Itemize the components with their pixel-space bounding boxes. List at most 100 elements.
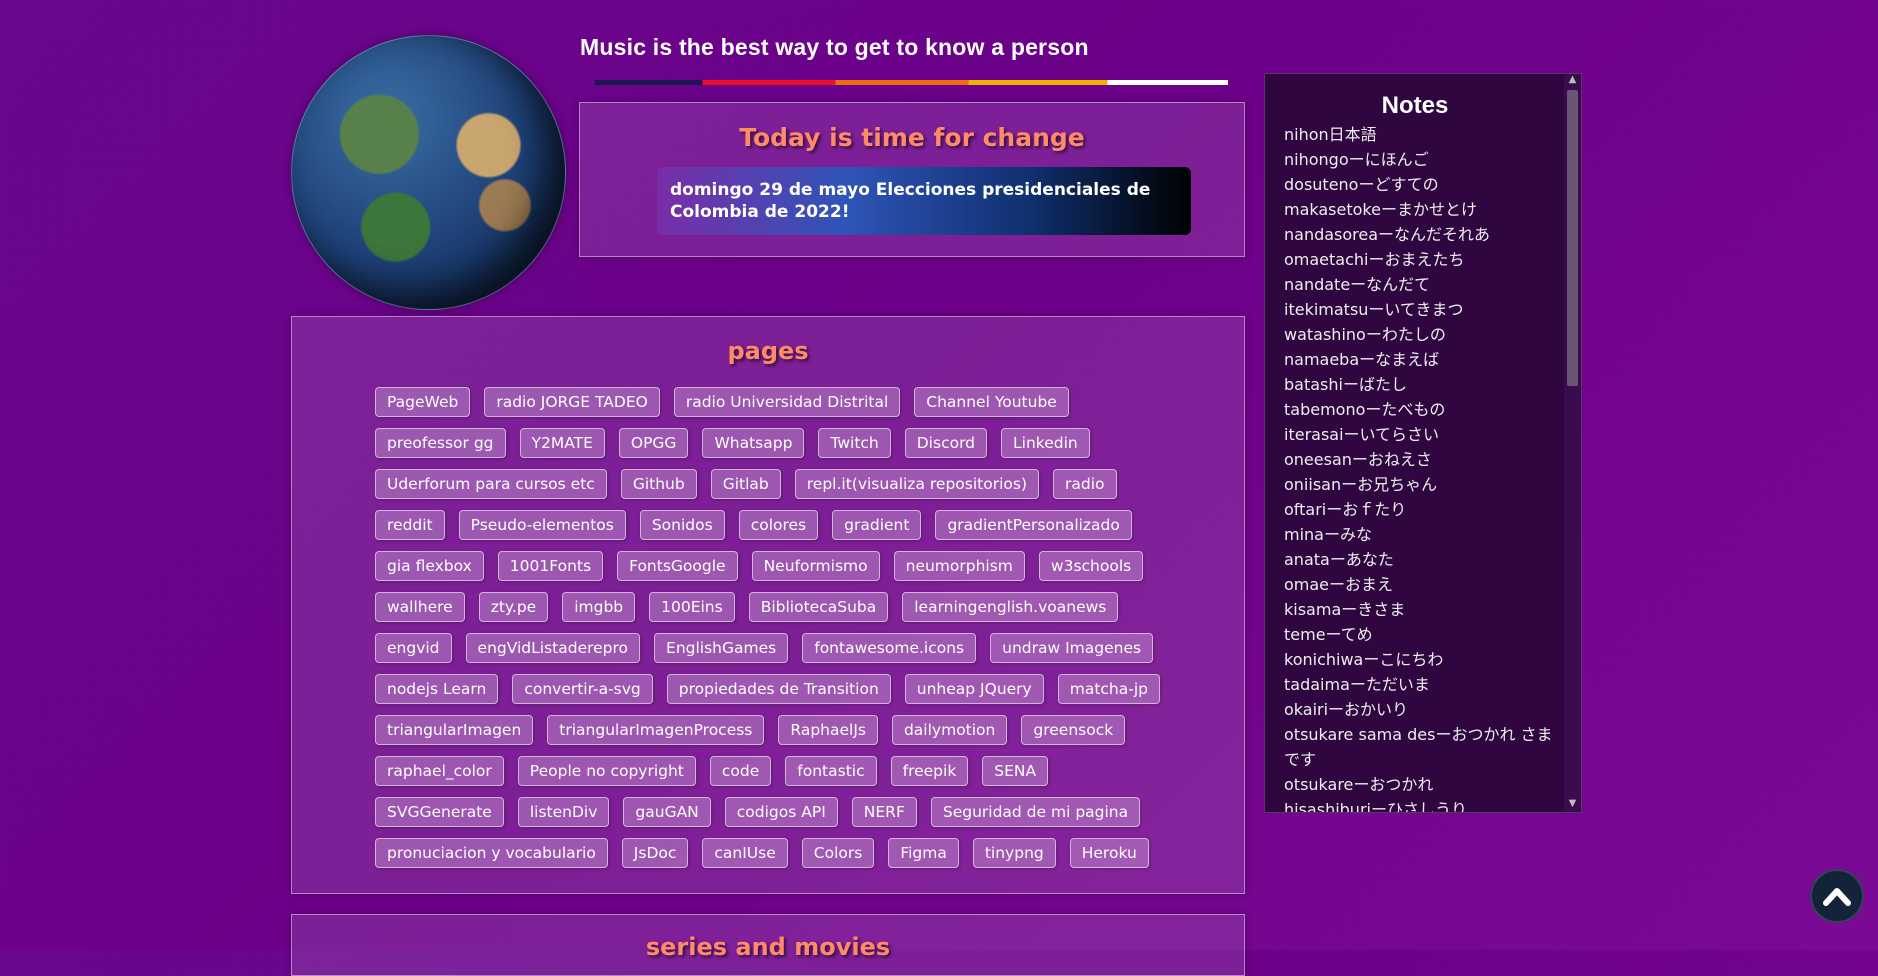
note-item: watashinoーわたしの bbox=[1284, 325, 1446, 344]
page-link[interactable]: dailymotion bbox=[891, 715, 1008, 745]
page-link[interactable]: Uderforum para cursos etc bbox=[375, 469, 607, 499]
page-link[interactable]: gradient bbox=[832, 510, 922, 540]
note-item: batashiーばたし bbox=[1284, 375, 1407, 394]
page-link[interactable]: NERF bbox=[851, 797, 917, 827]
page-link[interactable]: Sonidos bbox=[639, 510, 725, 540]
page-link[interactable]: triangularImagen bbox=[375, 715, 534, 745]
page-link[interactable]: pronuciacion y vocabulario bbox=[375, 838, 608, 868]
note-item: nihongoーにほんご bbox=[1284, 150, 1429, 169]
change-title: Today is time for change bbox=[739, 123, 1085, 152]
scrollbar-thumb[interactable] bbox=[1567, 90, 1578, 386]
scroll-up-arrow-icon[interactable]: ▲ bbox=[1564, 74, 1581, 88]
pages-panel: pages PageWeb radio JORGE TADEO radio Univ… bbox=[291, 316, 1245, 894]
page-link[interactable]: freepik bbox=[890, 756, 969, 786]
note-item: kisamaーきさま bbox=[1284, 600, 1406, 619]
note-item: otsukare sama desーおつかれ さま です bbox=[1284, 725, 1569, 769]
page-link[interactable]: RaphaelJs bbox=[778, 715, 878, 745]
page-link[interactable]: propiedades de Transition bbox=[666, 674, 891, 704]
page-link[interactable]: Discord bbox=[904, 428, 988, 458]
page-link[interactable]: Pseudo-elementos bbox=[458, 510, 626, 540]
page-link[interactable]: Github bbox=[620, 469, 697, 499]
change-panel: Today is time for change domingo 29 de m… bbox=[579, 102, 1245, 257]
page-link[interactable]: zty.pe bbox=[478, 592, 549, 622]
page-link[interactable]: canIUse bbox=[702, 838, 788, 868]
page-headline: Music is the best way to get to know a p… bbox=[580, 34, 1089, 60]
page-link[interactable]: PageWeb bbox=[375, 387, 471, 417]
scroll-down-arrow-icon[interactable]: ▼ bbox=[1564, 798, 1581, 812]
page-link[interactable]: Linkedin bbox=[1001, 428, 1090, 458]
page-link[interactable]: matcha-jp bbox=[1057, 674, 1160, 704]
page-link[interactable]: Y2MATE bbox=[519, 428, 605, 458]
page-link[interactable]: Seguridad de mi pagina bbox=[930, 797, 1141, 827]
page-link[interactable]: wallhere bbox=[375, 592, 465, 622]
election-banner: domingo 29 de mayo Elecciones presidenci… bbox=[657, 167, 1191, 235]
page-link[interactable]: learningenglish.voanews bbox=[902, 592, 1119, 622]
series-title: series and movies bbox=[645, 933, 891, 961]
note-item: tabemonoーたべもの bbox=[1284, 400, 1446, 419]
page-link[interactable]: 100Eins bbox=[649, 592, 735, 622]
note-item: konichiwaーこにちわ bbox=[1284, 650, 1444, 669]
notes-scrollbar[interactable]: ▲ ▼ bbox=[1564, 74, 1581, 812]
scroll-to-top-button[interactable] bbox=[1810, 869, 1864, 923]
page-link[interactable]: Gitlab bbox=[710, 469, 781, 499]
note-item: minaーみな bbox=[1284, 525, 1372, 544]
page-link[interactable]: SVGGenerate bbox=[375, 797, 504, 827]
page-link[interactable]: radio bbox=[1053, 469, 1117, 499]
page-link[interactable]: unheap JQuery bbox=[904, 674, 1044, 704]
page-link[interactable]: engvid bbox=[375, 633, 452, 663]
page-link[interactable]: Neuformismo bbox=[751, 551, 880, 581]
page-link[interactable]: listenDiv bbox=[517, 797, 610, 827]
page-link[interactable]: gradientPersonalizado bbox=[935, 510, 1132, 540]
note-item: itekimatsuーいてきまつ bbox=[1284, 300, 1464, 319]
page-link[interactable]: tinypng bbox=[972, 838, 1056, 868]
page-link[interactable]: Colors bbox=[801, 838, 875, 868]
note-item: oniisanーお兄ちゃん bbox=[1284, 475, 1438, 494]
page-link[interactable]: reddit bbox=[375, 510, 445, 540]
page-link[interactable]: People no copyright bbox=[517, 756, 696, 786]
page-link[interactable]: EnglishGames bbox=[654, 633, 789, 663]
notes-list: nihon日本語 nihongoーにほんご dosutenoーどすての makaset… bbox=[1284, 122, 1569, 813]
page-link[interactable]: w3schools bbox=[1038, 551, 1144, 581]
page-link[interactable]: radio Universidad Distrital bbox=[673, 387, 901, 417]
page-link[interactable]: colores bbox=[738, 510, 819, 540]
page-link[interactable]: neumorphism bbox=[893, 551, 1025, 581]
page-link[interactable]: FontsGoogle bbox=[617, 551, 738, 581]
page-link[interactable]: JsDoc bbox=[621, 838, 689, 868]
notes-panel[interactable]: Notes nihon日本語 nihongoーにほんご dosutenoーどすての m… bbox=[1264, 73, 1582, 813]
page-link[interactable]: raphael_color bbox=[375, 756, 504, 786]
page-link[interactable]: codigos API bbox=[724, 797, 838, 827]
page-link[interactable]: convertir-a-svg bbox=[512, 674, 653, 704]
note-item: nihon日本語 bbox=[1284, 125, 1377, 144]
color-stripe-divider bbox=[595, 80, 1228, 85]
page-link[interactable]: OPGG bbox=[618, 428, 689, 458]
page-link[interactable]: Heroku bbox=[1069, 838, 1149, 868]
page-link[interactable]: fontawesome.icons bbox=[802, 633, 977, 663]
page-link[interactable]: gauGAN bbox=[623, 797, 711, 827]
page-link[interactable]: engVidListaderepro bbox=[465, 633, 641, 663]
pages-link-list: PageWeb radio JORGE TADEO radio Universida… bbox=[375, 387, 1175, 868]
page-link[interactable]: code bbox=[709, 756, 772, 786]
note-item: hisashiburiーひさしうり bbox=[1284, 800, 1467, 813]
page-link[interactable]: gia flexbox bbox=[375, 551, 484, 581]
page-link[interactable]: SENA bbox=[982, 756, 1049, 786]
page-link[interactable]: preofessor gg bbox=[375, 428, 506, 458]
note-item: oneesanーおねえさ bbox=[1284, 450, 1432, 469]
page-link[interactable]: repl.it(visualiza repositorios) bbox=[794, 469, 1039, 499]
page-link[interactable]: triangularImagenProcess bbox=[547, 715, 765, 745]
page-link[interactable]: 1001Fonts bbox=[497, 551, 604, 581]
page-link[interactable]: Figma bbox=[888, 838, 959, 868]
page-link[interactable]: radio JORGE TADEO bbox=[484, 387, 660, 417]
pages-title: pages bbox=[727, 337, 809, 365]
page-link[interactable]: BibliotecaSuba bbox=[748, 592, 889, 622]
page-link[interactable]: nodejs Learn bbox=[375, 674, 499, 704]
page-link[interactable]: fontastic bbox=[785, 756, 877, 786]
note-item: oftariーおｆたり bbox=[1284, 500, 1407, 519]
page-link[interactable]: Channel Youtube bbox=[914, 387, 1069, 417]
globe-image bbox=[291, 35, 566, 310]
page-link[interactable]: undraw Imagenes bbox=[990, 633, 1154, 663]
note-item: makasetokeーまかせとけ bbox=[1284, 200, 1477, 219]
page-link[interactable]: Whatsapp bbox=[702, 428, 805, 458]
page-link[interactable]: imgbb bbox=[562, 592, 636, 622]
page-link[interactable]: greensock bbox=[1021, 715, 1126, 745]
page-link[interactable]: Twitch bbox=[818, 428, 891, 458]
